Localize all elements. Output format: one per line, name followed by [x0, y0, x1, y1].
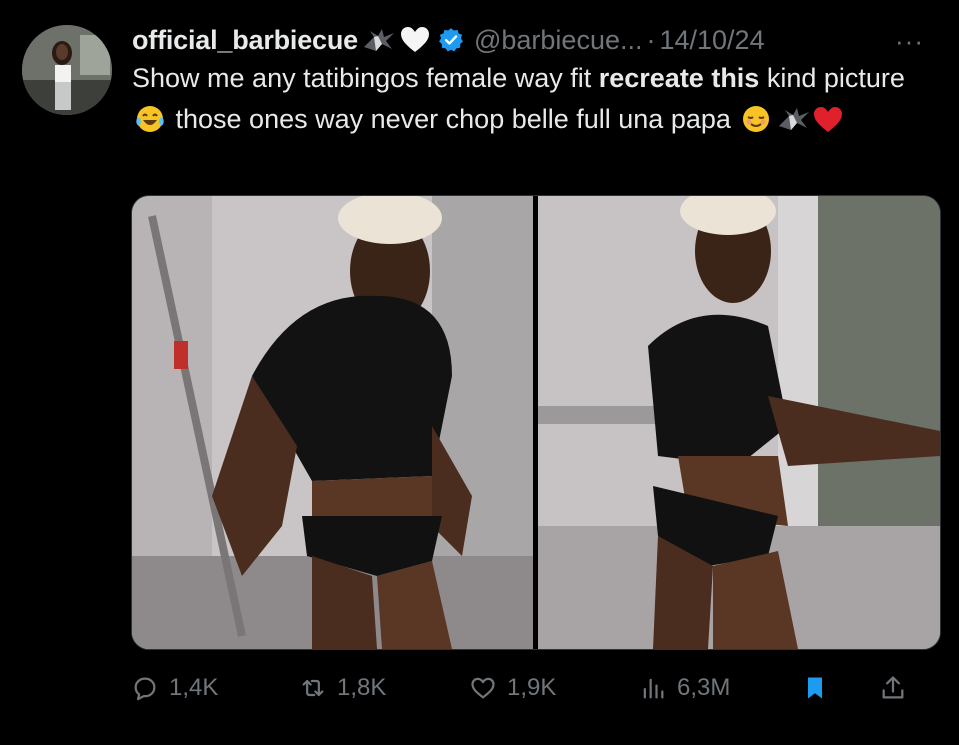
avatar[interactable]: [22, 25, 112, 115]
bookmark-button[interactable]: [801, 666, 829, 710]
display-name[interactable]: official_barbiecue: [132, 25, 358, 56]
user-handle[interactable]: @barbiecue...: [474, 25, 643, 56]
tweet-media[interactable]: [131, 195, 941, 650]
tweet-actions: 1,4K 1,8K 1,9K 6,3M: [131, 666, 941, 710]
red-heart-icon: [813, 105, 843, 135]
like-count: 1,9K: [507, 674, 557, 701]
more-options-icon[interactable]: ···: [895, 26, 924, 57]
tweet-text-part2: kind picture: [759, 63, 905, 93]
tweet-text-part1: Show me any tatibingos female way fit: [132, 63, 599, 93]
separator-dot: ·: [646, 24, 656, 55]
photo-right[interactable]: [538, 196, 940, 649]
like-button[interactable]: 1,9K: [469, 666, 556, 710]
white-heart-icon: [400, 26, 430, 54]
tears-of-joy-icon: [135, 104, 165, 134]
bookmark-icon: [808, 677, 822, 699]
relieved-face-icon: [741, 104, 771, 134]
retweet-icon: [302, 679, 324, 697]
heart-icon: [471, 677, 495, 699]
reply-count: 1,4K: [169, 674, 219, 701]
eagle-icon: [362, 27, 396, 53]
avatar-image: [22, 25, 112, 115]
views-button[interactable]: 6,3M: [639, 666, 730, 710]
analytics-icon: [643, 678, 664, 699]
tweet-text-part3: those ones way never chop belle full una…: [168, 104, 739, 134]
tweet-text-bold: recreate this: [598, 63, 760, 93]
share-button[interactable]: [879, 666, 907, 710]
photo-left[interactable]: [132, 196, 533, 649]
retweet-count: 1,8K: [337, 674, 387, 701]
tweet-card[interactable]: official_barbiecue @barbiecue... · 14/10…: [0, 0, 959, 745]
tweet-date[interactable]: 14/10/24: [659, 25, 764, 56]
views-count: 6,3M: [677, 674, 731, 701]
reply-button[interactable]: 1,4K: [131, 666, 218, 710]
verified-badge-icon: [438, 27, 464, 53]
tweet-header: official_barbiecue @barbiecue... · 14/10…: [132, 20, 942, 60]
tweet-text: Show me any tatibingos female way fit re…: [132, 58, 942, 140]
eagle-icon: [777, 104, 810, 134]
share-icon: [882, 676, 904, 699]
reply-icon: [134, 677, 156, 701]
retweet-button[interactable]: 1,8K: [299, 666, 386, 710]
